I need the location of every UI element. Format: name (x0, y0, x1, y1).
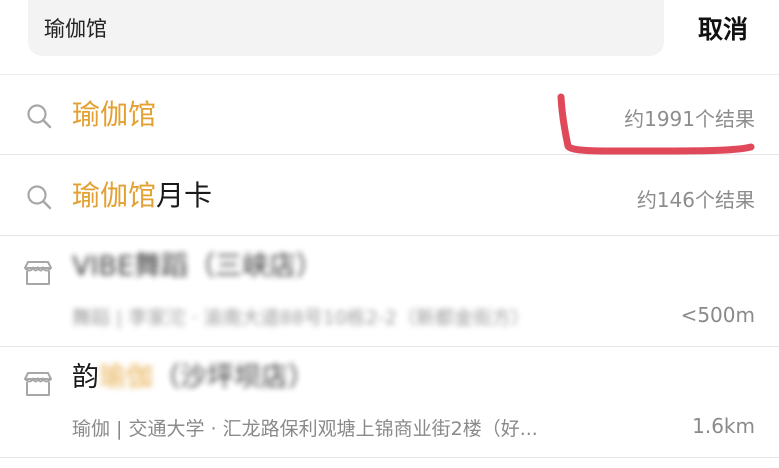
place-distance: 1.6km (692, 414, 755, 438)
suggestion-item[interactable]: 瑜伽馆月卡 约146个结果 (0, 156, 779, 236)
store-icon (24, 261, 52, 285)
search-query-text: 瑜伽馆 (44, 17, 107, 41)
result-count: 约146个结果 (636, 188, 755, 212)
search-icon (27, 185, 52, 210)
suggestion-item[interactable]: 瑜伽馆 约1991个结果 (0, 75, 779, 155)
suggestion-label: 瑜伽馆 (72, 95, 156, 135)
place-subtitle: 瑜伽 | 交通大学 · 汇龙路保利观塘上锦商业街2楼（好... (72, 418, 538, 440)
place-item[interactable]: VIBE舞蹈（三峡店） 舞蹈 | 李家沱 · 渝南大道88号10栋2-2（新都金… (0, 237, 779, 347)
suggestion-label: 瑜伽馆月卡 (72, 176, 212, 216)
suggestion-highlight: 瑜伽馆 (72, 179, 157, 212)
place-item[interactable]: 韵瑜伽（沙坪坝店） 瑜伽 | 交通大学 · 汇龙路保利观塘上锦商业街2楼（好..… (0, 348, 779, 458)
place-distance: <500m (680, 303, 755, 327)
place-title: 韵瑜伽（沙坪坝店） (72, 358, 315, 398)
place-title-highlight: 瑜伽 (99, 362, 153, 393)
search-input[interactable]: 瑜伽馆 (28, 0, 664, 56)
place-title-prefix: 韵 (72, 362, 99, 393)
store-icon (24, 372, 52, 396)
place-title: VIBE舞蹈（三峡店） (72, 251, 324, 282)
suggestion-rest: 月卡 (156, 179, 213, 212)
search-bar: 瑜伽馆 取消 (0, 0, 779, 75)
cancel-button[interactable]: 取消 (680, 6, 766, 50)
place-title-rest: （沙坪坝店） (153, 362, 315, 393)
result-count: 约1991个结果 (624, 107, 755, 131)
place-subtitle: 舞蹈 | 李家沱 · 渝南大道88号10栋2-2（新都金街方） (72, 307, 530, 329)
suggestion-highlight: 瑜伽馆 (72, 98, 157, 131)
search-icon (27, 104, 52, 129)
